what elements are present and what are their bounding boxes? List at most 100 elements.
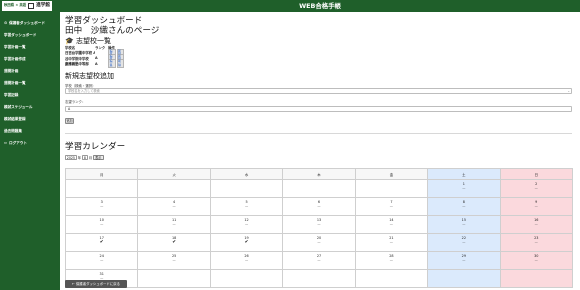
column-header: ランク bbox=[95, 46, 106, 51]
school-name: 谷中学院中学校 bbox=[65, 56, 89, 61]
sidebar-item-plan-create[interactable]: 学習計画作成 bbox=[0, 53, 60, 65]
calendar-day-cell[interactable]: 22— bbox=[427, 233, 501, 252]
calendar-day-cell[interactable]: 27— bbox=[282, 251, 356, 270]
calendar-day-cell[interactable]: 13— bbox=[282, 215, 356, 234]
row-actions: 編集 削除 bbox=[108, 59, 124, 68]
no-record-mark: — bbox=[100, 257, 104, 262]
no-record-mark: — bbox=[389, 257, 393, 262]
calendar-controls: 2025 年 8 月 表示 bbox=[65, 155, 104, 160]
calendar-day-cell bbox=[282, 269, 356, 288]
table-row: 慶應義塾中等部 A 編集 削除 bbox=[65, 59, 124, 68]
sidebar-item-plan-list[interactable]: 学習計画一覧 bbox=[0, 41, 60, 53]
sidebar-item-weekly-plan-list[interactable]: 週間計画一覧 bbox=[0, 77, 60, 89]
sidebar-item-label: 保護者ダッシュボード bbox=[9, 20, 45, 25]
calendar-day-cell[interactable]: 25— bbox=[137, 251, 211, 270]
no-record-mark: — bbox=[534, 221, 538, 226]
calendar-day-cell[interactable]: 12— bbox=[209, 215, 284, 234]
month-select[interactable]: 8 bbox=[82, 155, 88, 160]
calendar-day-cell[interactable]: 18 ✔ bbox=[137, 233, 211, 252]
sidebar-item-logout[interactable]: ⇦ ログアウト bbox=[0, 137, 60, 149]
sidebar-item-study-dashboard[interactable]: 学習ダッシュボード bbox=[0, 29, 60, 41]
calendar-day-cell[interactable]: 4— bbox=[137, 197, 211, 216]
calendar-day-cell[interactable]: 17 ✔ bbox=[64, 233, 139, 252]
calendar-day-cell[interactable]: 9— bbox=[499, 197, 574, 216]
month-suffix: 月 bbox=[88, 156, 93, 160]
check-icon: ✔ bbox=[99, 239, 104, 245]
calendar-day-cell[interactable]: 1— bbox=[427, 179, 501, 198]
sidebar-item-parent-dashboard[interactable]: ⚙ 保護者ダッシュボード bbox=[0, 17, 60, 29]
year-select[interactable]: 2025 bbox=[65, 155, 77, 160]
calendar-day-cell[interactable]: 6— bbox=[282, 197, 356, 216]
rank-select[interactable]: A bbox=[65, 106, 572, 112]
calendar-day-cell[interactable]: 21— bbox=[354, 233, 429, 252]
sidebar-item-past-exams[interactable]: 過去問題集 bbox=[0, 125, 60, 137]
weekday-fri: 金 bbox=[354, 168, 429, 180]
calendar-week-row: 10—11—12—13—14—15—16— bbox=[64, 215, 574, 234]
graduation-cap-icon: 🎓 bbox=[65, 37, 74, 45]
calendar-day-cell[interactable]: 24— bbox=[64, 251, 139, 270]
school-rank: A bbox=[95, 56, 98, 61]
calendar-day-cell bbox=[354, 269, 429, 288]
rank-select-value: A bbox=[68, 107, 71, 111]
weekday-sun: 日 bbox=[499, 168, 574, 180]
year-suffix: 年 bbox=[77, 156, 82, 160]
no-record-mark: — bbox=[172, 203, 176, 208]
calendar-day-cell[interactable]: 7— bbox=[354, 197, 429, 216]
no-record-mark: — bbox=[534, 185, 538, 190]
sidebar-item-label: 模試スケジュール bbox=[4, 104, 33, 109]
sidebar-item-study-record[interactable]: 学習記録 bbox=[0, 89, 60, 101]
calendar-day-cell[interactable]: 20— bbox=[282, 233, 356, 252]
calendar-body: 1—2—3—4—5—6—7—8—9—10—11—12—13—14—15—16—1… bbox=[64, 179, 574, 288]
sidebar-item-label: 学習計画作成 bbox=[4, 56, 26, 61]
no-record-mark: — bbox=[389, 239, 393, 244]
calendar-day-cell[interactable]: 2— bbox=[499, 179, 574, 198]
back-to-parent-dashboard-button[interactable]: ← 保護者ダッシュボードに戻る bbox=[65, 280, 127, 288]
sidebar-item-weekly-plan[interactable]: 週間計画 bbox=[0, 65, 60, 77]
no-record-mark: — bbox=[317, 221, 321, 226]
school-section-title: 志望校一覧 bbox=[75, 37, 111, 45]
brand-emblem-icon bbox=[28, 3, 35, 9]
no-record-mark: — bbox=[244, 203, 249, 208]
calendar-day-cell[interactable]: 26— bbox=[209, 251, 284, 270]
calendar-day-cell[interactable]: 29— bbox=[427, 251, 501, 270]
calendar-day-cell[interactable]: 10— bbox=[64, 215, 139, 234]
calendar-day-cell[interactable]: 30— bbox=[499, 251, 574, 270]
study-calendar: 月 火 水 木 金 土 日 1—2—3—4—5—6—7—8—9—10—11—12… bbox=[64, 168, 574, 288]
calendar-day-cell[interactable]: 5— bbox=[209, 197, 284, 216]
calendar-day-cell[interactable]: 15— bbox=[427, 215, 501, 234]
calendar-day-cell bbox=[209, 269, 284, 288]
main-content: 学習ダッシュボード 田中 沙織さんのページ 🎓 志望校一覧 学校名 ランク 操作… bbox=[60, 12, 580, 290]
calendar-day-cell[interactable]: 8— bbox=[427, 197, 501, 216]
brand-logo[interactable]: 秋田県 × 英語 進学館 bbox=[2, 1, 52, 11]
sidebar-item-label: ログアウト bbox=[9, 140, 27, 145]
calendar-day-cell[interactable]: 11— bbox=[137, 215, 211, 234]
user-heading: 田中 沙織さんのページ bbox=[65, 26, 160, 36]
weekday-sat: 土 bbox=[427, 168, 501, 180]
sidebar-item-exam-schedule[interactable]: 模試スケジュール bbox=[0, 101, 60, 113]
no-record-mark: — bbox=[534, 239, 538, 244]
no-record-mark: — bbox=[100, 203, 104, 208]
calendar-day-cell[interactable]: 14— bbox=[354, 215, 429, 234]
calendar-day-cell[interactable]: 16— bbox=[499, 215, 574, 234]
delete-button[interactable]: 削除 bbox=[116, 59, 124, 68]
school-search-select[interactable]: 学校名を入力して検索 ⌄ bbox=[65, 88, 572, 94]
edit-button[interactable]: 編集 bbox=[108, 59, 116, 68]
calendar-week-row: 3—4—5—6—7—8—9— bbox=[64, 197, 574, 216]
weekday-header-row: 月 火 水 木 金 土 日 bbox=[64, 168, 574, 180]
calendar-day-cell[interactable]: 28— bbox=[354, 251, 429, 270]
show-calendar-button[interactable]: 表示 bbox=[93, 155, 104, 160]
chevron-down-icon: ⌄ bbox=[567, 89, 570, 93]
sidebar-item-label: 週間計画一覧 bbox=[4, 80, 26, 85]
sidebar-item-label: 過去問題集 bbox=[4, 128, 22, 133]
no-record-mark: — bbox=[462, 257, 466, 262]
calendar-day-cell[interactable]: 3— bbox=[64, 197, 139, 216]
no-record-mark: — bbox=[244, 221, 249, 226]
add-school-button[interactable]: 追加 bbox=[65, 118, 74, 124]
calendar-day-cell[interactable]: 23— bbox=[499, 233, 574, 252]
check-icon: ✔ bbox=[244, 239, 249, 245]
calendar-day-cell bbox=[137, 269, 211, 288]
sidebar-item-exam-results[interactable]: 模試結果登録 bbox=[0, 113, 60, 125]
sidebar: ⚙ 保護者ダッシュボード 学習ダッシュボード 学習計画一覧 学習計画作成 週間計… bbox=[0, 12, 60, 290]
calendar-day-cell[interactable]: 19 ✔ bbox=[209, 233, 284, 252]
sidebar-item-label: 学習ダッシュボード bbox=[4, 32, 37, 37]
